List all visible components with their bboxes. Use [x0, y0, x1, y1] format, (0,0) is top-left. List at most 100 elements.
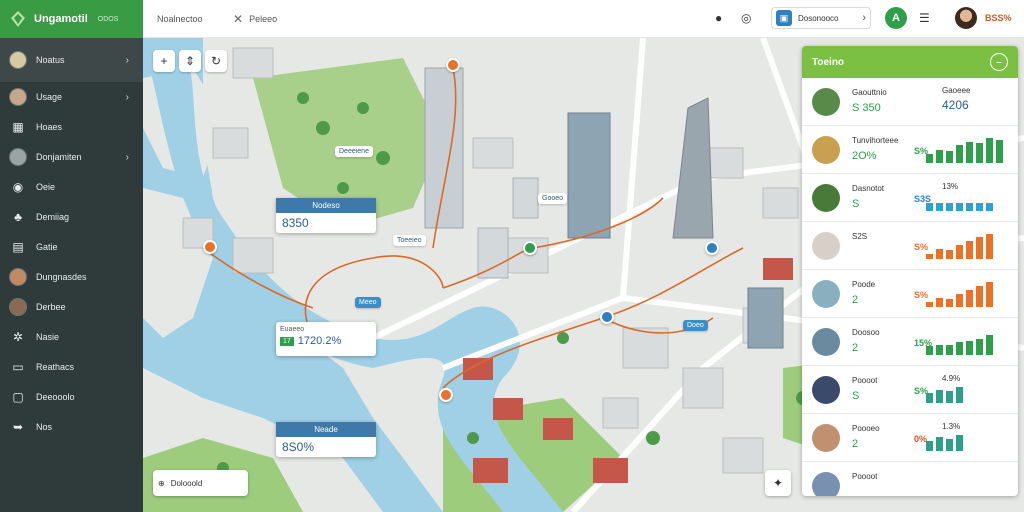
map-pin[interactable] [600, 310, 614, 324]
mini-bar [976, 203, 983, 211]
close-tab-icon[interactable]: ✕ [233, 12, 243, 26]
stat-row[interactable]: Poooot S S% 4.9% [802, 366, 1018, 414]
map-pin[interactable] [446, 58, 460, 72]
map-pin[interactable] [203, 240, 217, 254]
stat-label: Doosoo [852, 328, 880, 337]
tab-second[interactable]: ✕ Peleeo [233, 12, 277, 26]
mini-bar-chart [926, 435, 963, 451]
sidebar-item[interactable]: ▤ Gatie [0, 232, 143, 262]
topbar: Noalnectoo ✕ Peleeo ● ◎ ▣ Dosonooco › A … [143, 0, 1024, 38]
stat-number: S [852, 390, 860, 402]
sidebar-item[interactable]: Derbee [0, 292, 143, 322]
sidebar-item[interactable]: ▦ Hoaes [0, 112, 143, 142]
stat-label: Poooot [852, 376, 878, 385]
stat-row[interactable]: Tunvihorteee 2O% S% [802, 126, 1018, 174]
mini-bar [986, 234, 993, 259]
stat-label: Poooot [852, 472, 878, 481]
thumbnail [812, 376, 840, 404]
map-tag[interactable]: Gooeo [538, 193, 568, 204]
map-pin[interactable] [439, 388, 453, 402]
stat-number: 2O% [852, 150, 877, 162]
mini-bar [956, 435, 963, 451]
mini-bar [966, 241, 973, 259]
user-avatar[interactable] [955, 7, 977, 29]
mini-bar [946, 439, 953, 451]
stat-row[interactable]: Doosoo 2 15% [802, 318, 1018, 366]
brand-logo-icon [11, 11, 25, 27]
search-icon: ▣ [776, 10, 792, 26]
map-tag[interactable]: Meeo [355, 297, 381, 308]
mini-bar [986, 335, 993, 355]
sidebar-item[interactable]: Donjamiten › [0, 142, 143, 172]
sidebar-item-label: Oeie [36, 182, 56, 192]
location-icon[interactable]: ◎ [741, 11, 751, 25]
sidebar-item[interactable]: ▢ Deeooolo [0, 382, 143, 412]
layers-icon: ⊕ [158, 478, 165, 488]
sidebar-item-label: Nasie [36, 332, 60, 342]
sidebar-item[interactable]: ▭ Reathacs [0, 352, 143, 382]
mini-bar [996, 140, 1003, 163]
thumbnail [812, 328, 840, 356]
stat-label: Poode [852, 280, 876, 289]
stat-row[interactable]: Dasnotot S S3S 13% [802, 174, 1018, 222]
mini-bar [926, 346, 933, 355]
info-card[interactable]: Euaeeo 17 1720.2% [276, 322, 376, 356]
stat-row[interactable]: Gaouttnio S 350 Gaoeee 4206 [802, 78, 1018, 126]
map-pin[interactable] [705, 241, 719, 255]
rotate-icon[interactable]: ↻ [205, 50, 227, 72]
map-tag[interactable]: Deeeiene [335, 146, 373, 157]
sidebar-item[interactable]: ♣ Demiiag [0, 202, 143, 232]
layer-selector[interactable]: ⊕ Dolooold [153, 470, 248, 496]
stat-number: 2 [852, 438, 859, 450]
map-pin[interactable] [523, 241, 537, 255]
sidebar-item[interactable]: Usage › [0, 82, 143, 112]
thumbnail [812, 232, 840, 260]
menu-icon[interactable]: ☰ [919, 11, 930, 25]
sidebar-item-label: Reathacs [36, 362, 75, 372]
stat-row[interactable]: Poooeo 2 0% 1.3% [802, 414, 1018, 462]
brand-subtitle: ODOS [97, 15, 119, 23]
sidebar-item-label: Usage [36, 92, 63, 102]
mini-bar [956, 203, 963, 211]
mini-bar [976, 339, 983, 355]
sidebar: Ungamotil ODOS Noatus › Usage › ▦ Hoaes Donjam… [0, 0, 143, 512]
sidebar-item[interactable]: ✲ Nasie [0, 322, 143, 352]
sidebar-item[interactable]: ➥ Nos [0, 412, 143, 442]
brand-header[interactable]: Ungamotil ODOS [0, 0, 143, 38]
zoom-out-button[interactable]: ⇕ [179, 50, 201, 72]
search-dropdown[interactable]: ▣ Dosonooco › [771, 7, 871, 29]
zoom-in-button[interactable]: + [153, 50, 175, 72]
mini-bar [986, 203, 993, 211]
sidebar-item[interactable]: Noatus › [0, 38, 143, 82]
collapse-icon[interactable]: – [990, 53, 1008, 71]
map-tag[interactable]: Toeeieo [393, 235, 426, 246]
chevron-right-icon: › [125, 91, 129, 103]
stats-panel: Toeino – Gaouttnio S 350 Gaoeee 4206 Tunviho… [802, 46, 1018, 496]
mini-bar [966, 290, 973, 307]
sidebar-item[interactable]: ◉ Oeie [0, 172, 143, 202]
stat-label: Poooeo [852, 424, 880, 433]
settings-icon: ✲ [12, 330, 24, 344]
map-tag[interactable]: Doeo [683, 320, 708, 331]
stat-label: Tunvihorteee [852, 136, 899, 145]
mini-bar [926, 254, 933, 259]
compass-icon[interactable]: ✦ [765, 470, 791, 496]
tab-first-label: Noalnectoo [157, 13, 203, 24]
info-card[interactable]: Neade 8S0% [276, 422, 376, 457]
panel-header: Toeino – [802, 46, 1018, 78]
stat-row[interactable]: S2S S% [802, 222, 1018, 270]
mini-bar [946, 345, 953, 355]
info-card[interactable]: Nodeso 8350 [276, 198, 376, 233]
sidebar-item[interactable]: Dungnasdes [0, 262, 143, 292]
stat-row[interactable]: Poooot [802, 462, 1018, 496]
mini-bar-chart [926, 335, 993, 355]
mini-bar [966, 341, 973, 355]
camera-icon[interactable]: ● [715, 11, 722, 25]
action-button[interactable]: A [885, 7, 907, 29]
tab-first[interactable]: Noalnectoo [157, 14, 203, 24]
table-icon: ▦ [12, 120, 24, 134]
mini-bar [946, 250, 953, 259]
info-card-value: 8350 [282, 216, 309, 230]
stat-row[interactable]: Poode 2 S% [802, 270, 1018, 318]
info-card-value: 1720.2% [297, 335, 342, 347]
